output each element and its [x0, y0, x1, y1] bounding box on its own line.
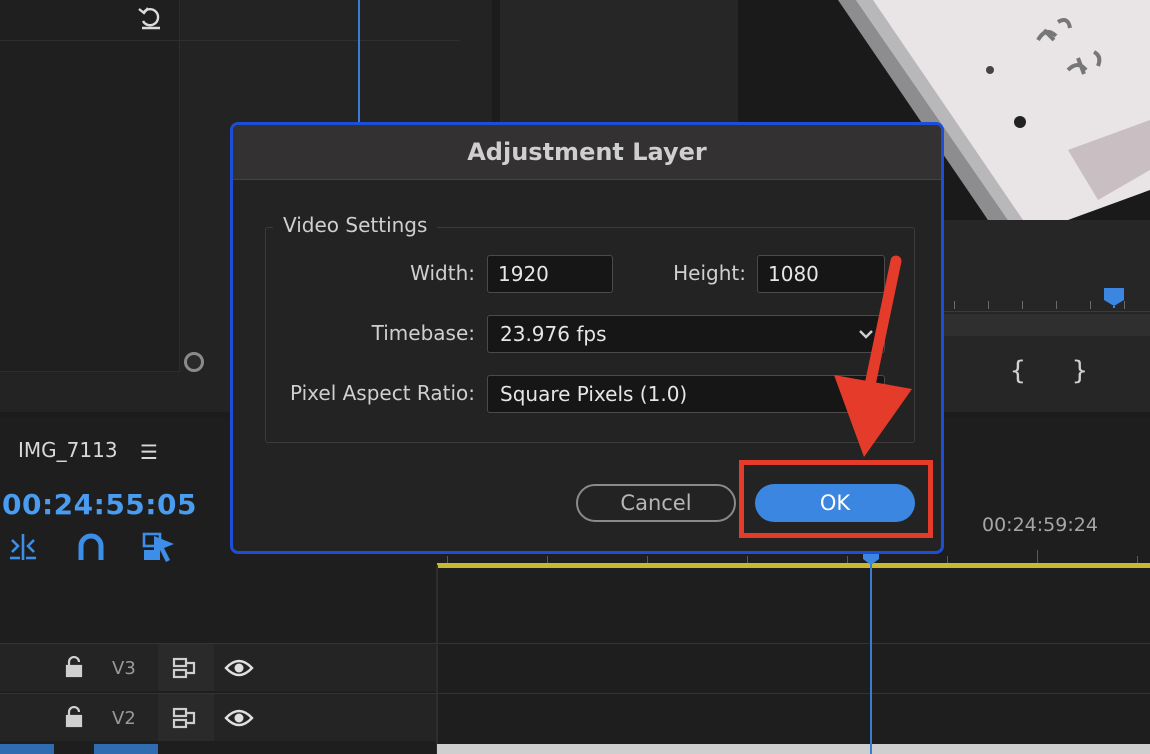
magnet-icon[interactable]: [74, 530, 108, 564]
track-target-v1[interactable]: [0, 744, 54, 754]
timebase-label: Timebase:: [371, 321, 475, 345]
lock-icon[interactable]: [64, 706, 84, 728]
track-v3: V3: [0, 643, 1150, 691]
video-settings-legend: Video Settings: [273, 213, 438, 237]
height-label: Height:: [673, 261, 746, 285]
program-playhead-marker[interactable]: [1102, 286, 1126, 308]
program-scrub-bar[interactable]: [940, 314, 1150, 336]
zoom-scroll-handle[interactable]: [184, 352, 204, 372]
timeline-playhead-handle[interactable]: [862, 552, 880, 566]
reset-icon[interactable]: [136, 3, 164, 31]
timeline-scrollbar[interactable]: [437, 744, 1150, 754]
pixel-aspect-ratio-label: Pixel Aspect Ratio:: [290, 381, 475, 405]
dialog-title: Adjustment Layer: [467, 138, 707, 166]
ripple-edit-icon[interactable]: [6, 530, 40, 564]
mark-in-button[interactable]: {: [1010, 356, 1026, 386]
dialog-title-bar[interactable]: Adjustment Layer: [233, 125, 941, 180]
track-target-source[interactable]: [94, 744, 158, 754]
cancel-button[interactable]: Cancel: [576, 484, 736, 522]
width-label: Width:: [410, 261, 475, 285]
width-input[interactable]: [487, 255, 613, 293]
eye-icon[interactable]: [224, 706, 254, 730]
effect-controls-list: [0, 0, 180, 372]
timeline-playhead-line[interactable]: [870, 554, 872, 754]
work-area-bar[interactable]: [437, 563, 1150, 568]
pixel-aspect-ratio-value: Square Pixels (1.0): [500, 382, 688, 406]
ok-button-highlight-box: [739, 460, 933, 538]
sync-lock-icon[interactable]: [172, 657, 198, 679]
playhead-timecode[interactable]: 00:24:55:05: [2, 488, 197, 521]
linked-selection-icon[interactable]: [142, 530, 176, 564]
eye-icon[interactable]: [224, 656, 254, 680]
hamburger-icon[interactable]: ☰: [140, 440, 158, 464]
panel-divider: [0, 40, 460, 41]
sync-lock-icon[interactable]: [172, 707, 198, 729]
mark-out-button[interactable]: }: [1072, 356, 1088, 386]
track-v2: V2: [0, 693, 1150, 741]
track-label[interactable]: V2: [112, 708, 136, 729]
lock-icon[interactable]: [64, 656, 84, 678]
effect-controls-playhead[interactable]: [358, 0, 360, 130]
timebase-value: 23.976 fps: [500, 322, 607, 346]
sequence-tab-name[interactable]: IMG_7113: [18, 438, 118, 462]
timeline-ruler-timecode: 00:24:59:24: [982, 514, 1098, 536]
track-label[interactable]: V3: [112, 658, 136, 679]
annotation-arrow-icon: [834, 255, 912, 457]
